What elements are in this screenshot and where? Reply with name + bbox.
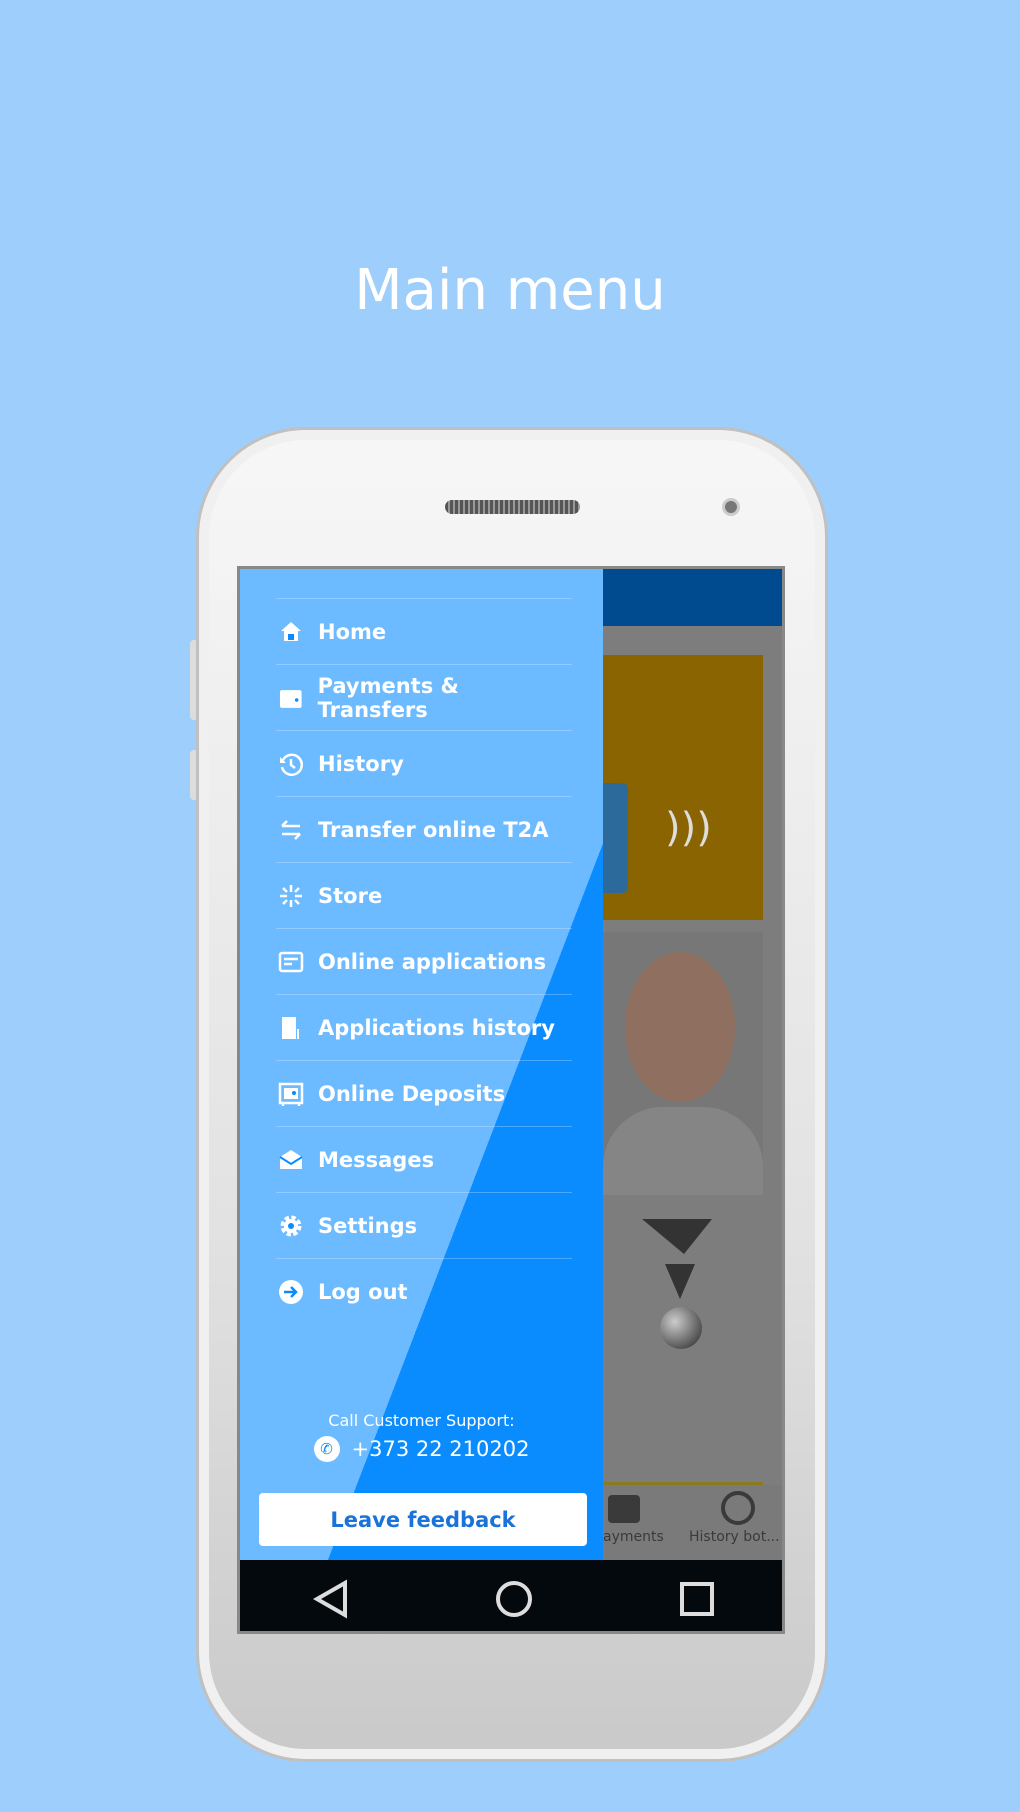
- wallet-icon: [608, 1495, 640, 1523]
- promo-graphic: [630, 1219, 720, 1349]
- phone-camera: [722, 498, 740, 516]
- home-icon: [281, 621, 301, 641]
- bottom-nav: ayments History bot...: [603, 1485, 782, 1560]
- menu-item-label: Transfer online T2A: [318, 817, 549, 842]
- menu-item-store[interactable]: Store: [276, 862, 572, 928]
- logout-icon: [279, 1279, 303, 1304]
- wallet-icon: [279, 689, 302, 708]
- phone-speaker: [445, 500, 580, 514]
- back-icon[interactable]: [312, 1579, 349, 1619]
- menu-item-home[interactable]: Home: [276, 598, 572, 664]
- support-label: Call Customer Support:: [328, 1411, 515, 1430]
- card-banner[interactable]: ))): [603, 655, 763, 920]
- bottom-nav-history[interactable]: History bot...: [689, 1529, 780, 1545]
- menu-item-transfer-online-t2a[interactable]: Transfer online T2A: [276, 796, 572, 862]
- system-nav-bar: [240, 1560, 782, 1631]
- menu-item-label: Home: [318, 619, 387, 644]
- menu-item-label: Payments & Transfers: [317, 673, 459, 722]
- menu-item-label: Online Deposits: [318, 1081, 506, 1106]
- safe-icon: [278, 1082, 304, 1106]
- leave-feedback-button[interactable]: Leave feedback: [259, 1493, 587, 1546]
- phone-icon: ✆: [313, 1436, 340, 1462]
- history-icon: [280, 753, 303, 776]
- menu-item-applications-history[interactable]: Applications history: [276, 994, 572, 1060]
- recents-icon[interactable]: [679, 1581, 715, 1617]
- promo-photo[interactable]: [603, 932, 763, 1195]
- menu-item-online-applications[interactable]: Online applications: [276, 928, 572, 994]
- app-header: [603, 569, 782, 626]
- page-title: Main menu: [354, 258, 666, 323]
- envelope-icon: [279, 1149, 303, 1169]
- menu-item-label: Store: [318, 883, 383, 908]
- menu-item-log-out[interactable]: Log out: [276, 1258, 572, 1324]
- menu-item-payments-transfers[interactable]: Payments & Transfers: [276, 664, 572, 730]
- menu-item-online-deposits[interactable]: Online Deposits: [276, 1060, 572, 1126]
- navigation-drawer: Home Payments & Transfers History Transfer …: [240, 569, 603, 1560]
- menu-item-settings[interactable]: Settings: [276, 1192, 572, 1258]
- menu-item-label: Online applications: [318, 949, 547, 974]
- menu-item-label: Messages: [318, 1147, 435, 1172]
- menu-item-label: Log out: [318, 1279, 408, 1304]
- menu-item-history[interactable]: History: [276, 730, 572, 796]
- history-icon: [721, 1491, 755, 1525]
- document-icon: [278, 951, 304, 972]
- phone-screen: ))) ayments History bot... Home Payments …: [237, 566, 785, 1634]
- contactless-icon: ))): [665, 805, 712, 851]
- support-phone: +373 22 210202: [351, 1437, 530, 1461]
- menu-item-label: History: [318, 751, 404, 776]
- menu-item-label: Settings: [318, 1213, 418, 1238]
- bottom-nav-payments[interactable]: ayments: [603, 1529, 664, 1545]
- receipt-icon: [282, 1016, 299, 1039]
- gear-icon: [280, 1215, 302, 1236]
- store-sparkle-icon: [280, 884, 302, 907]
- menu-item-label: Applications history: [318, 1015, 555, 1040]
- transfer-arrows-icon: [281, 819, 301, 840]
- home-circle-icon[interactable]: [494, 1579, 534, 1619]
- support-phone-link[interactable]: ✆ +373 22 210202: [240, 1436, 603, 1462]
- menu-item-messages[interactable]: Messages: [276, 1126, 572, 1192]
